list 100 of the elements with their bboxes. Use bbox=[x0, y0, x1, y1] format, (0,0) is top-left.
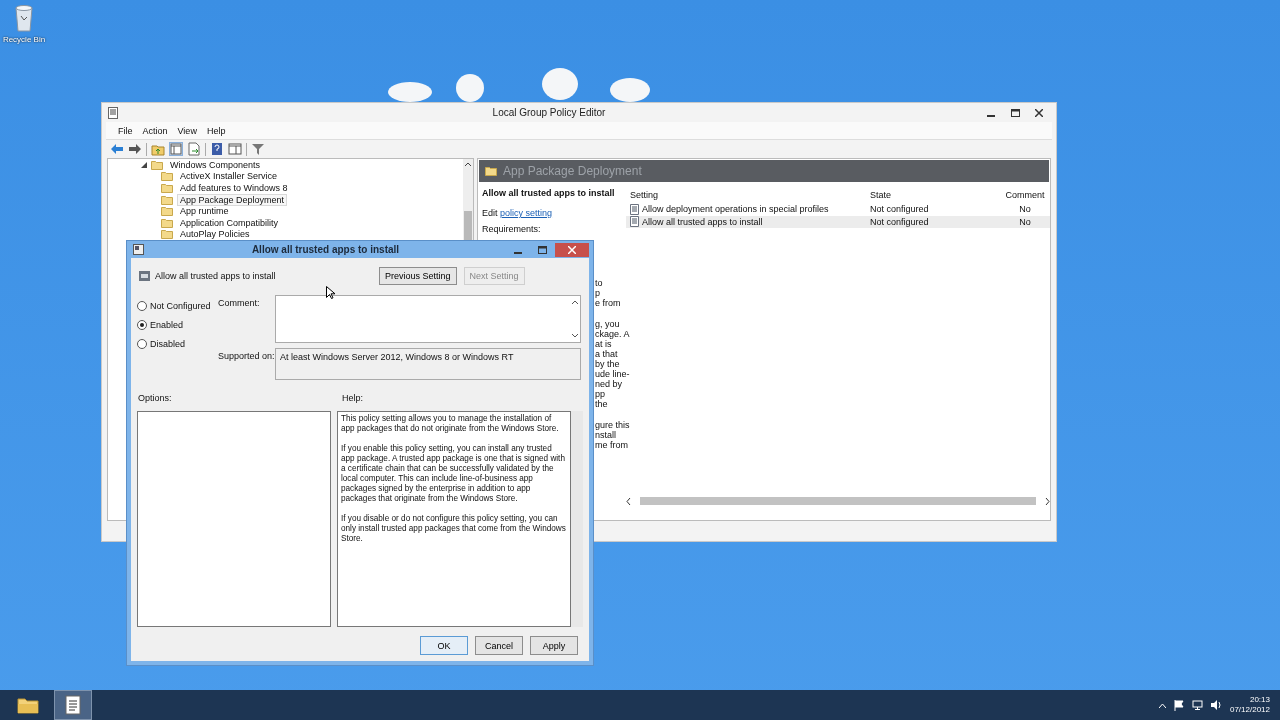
table-row[interactable]: Allow all trusted apps to install Not configured No bbox=[626, 215, 1050, 228]
folder-icon bbox=[161, 183, 173, 193]
flag-icon[interactable] bbox=[1173, 699, 1184, 711]
tree-item[interactable]: Application Compatibility bbox=[177, 216, 282, 229]
scroll-left-icon[interactable] bbox=[626, 497, 631, 505]
recycle-bin-icon[interactable] bbox=[13, 4, 35, 32]
document-icon bbox=[630, 216, 639, 228]
radio-button[interactable] bbox=[137, 300, 147, 311]
clock[interactable]: 20:13 07/12/2012 bbox=[1229, 695, 1270, 715]
speaker-icon[interactable] bbox=[1210, 700, 1222, 710]
dialog-button[interactable]: OK bbox=[420, 636, 468, 655]
policy-setting-link[interactable]: policy setting bbox=[500, 208, 553, 218]
requirements-label: Requirements: bbox=[482, 224, 542, 234]
description-text: at is bbox=[595, 339, 612, 349]
window-title: Local Group Policy Editor bbox=[491, 107, 607, 118]
clock-time: 20:13 bbox=[1249, 695, 1270, 705]
close-icon bbox=[1035, 108, 1043, 117]
tree-item[interactable]: ActiveX Installer Service bbox=[177, 170, 281, 183]
supported-on-field: At least Windows Server 2012, Windows 8 or Windows RT bbox=[275, 348, 581, 380]
folder-up-icon[interactable] bbox=[151, 142, 165, 156]
dialog-title: Allow all trusted apps to install bbox=[250, 244, 401, 255]
radio-button[interactable] bbox=[137, 338, 147, 349]
document-icon bbox=[65, 695, 81, 715]
column-header[interactable]: State bbox=[858, 190, 1000, 200]
description-text: to bbox=[595, 278, 603, 288]
comment-label: Comment: bbox=[218, 297, 261, 310]
radio-label[interactable]: Not Configured bbox=[150, 300, 211, 311]
menu-item[interactable]: Action bbox=[137, 123, 173, 138]
dialog-button[interactable]: Cancel bbox=[475, 636, 523, 655]
description-text: ude line- bbox=[595, 369, 630, 379]
export-icon[interactable] bbox=[187, 142, 201, 156]
taskbar-app-button[interactable] bbox=[54, 690, 92, 720]
menu-item[interactable]: Help bbox=[201, 123, 231, 138]
description-text: e from bbox=[595, 298, 621, 308]
maximize-icon bbox=[537, 245, 547, 254]
edit-policy-text: Edit policy setting bbox=[482, 208, 554, 218]
scrollbar[interactable] bbox=[571, 411, 583, 627]
description-text: by the bbox=[595, 359, 620, 369]
comment-cell-text: No bbox=[1018, 216, 1032, 227]
policy-name: Allow all trusted apps to install bbox=[155, 271, 276, 281]
scroll-up-icon[interactable] bbox=[465, 162, 471, 166]
tree-item[interactable]: Windows Components bbox=[167, 158, 264, 171]
expanded-arrow-icon[interactable] bbox=[141, 161, 147, 168]
folder-icon bbox=[161, 206, 173, 217]
previous-setting-button[interactable]: Previous Setting bbox=[379, 267, 457, 285]
document-icon bbox=[630, 203, 639, 215]
description-text: nstall bbox=[595, 430, 616, 440]
properties-pane-icon[interactable] bbox=[228, 142, 242, 156]
maximize-icon bbox=[1010, 108, 1020, 117]
scrollbar-thumb[interactable] bbox=[640, 497, 1036, 505]
description-text: ned by bbox=[595, 379, 623, 389]
description-text: p bbox=[595, 288, 600, 298]
tree-item[interactable]: App Package Deployment bbox=[177, 193, 288, 206]
close-icon bbox=[568, 245, 576, 254]
tree-item[interactable]: App runtime bbox=[177, 205, 232, 218]
column-header[interactable]: Comment bbox=[1000, 190, 1050, 200]
tree-item[interactable]: AutoPlay Policies bbox=[177, 228, 253, 241]
description-text: a that bbox=[595, 349, 618, 359]
description-text: g, you bbox=[595, 319, 620, 329]
header-title: App Package Deployment bbox=[503, 164, 642, 178]
scroll-down-icon[interactable] bbox=[572, 334, 578, 338]
help-icon[interactable] bbox=[210, 142, 224, 156]
minimize-icon bbox=[987, 114, 995, 117]
help-label: Help: bbox=[342, 393, 363, 405]
radio-label[interactable]: Enabled bbox=[150, 319, 184, 330]
chevron-up-icon[interactable] bbox=[1158, 702, 1166, 708]
tree-pane-icon[interactable] bbox=[169, 142, 183, 156]
help-paragraph: This policy setting allows you to manage the installation of app packages that do not originate from the Windows Store. bbox=[341, 414, 560, 434]
policy-icon bbox=[139, 271, 150, 281]
dialog-button[interactable]: Apply bbox=[530, 636, 578, 655]
setting-name: Allow deployment operations in special profiles bbox=[642, 204, 829, 215]
radio-label[interactable]: Disabled bbox=[150, 338, 186, 349]
help-paragraph: If you disable or do not configure this policy setting, you can only install trusted app packages that come from the Windows Store. bbox=[341, 514, 567, 544]
minimize-icon bbox=[514, 251, 522, 254]
filter-icon[interactable] bbox=[251, 142, 265, 156]
folder-icon bbox=[17, 696, 39, 714]
setting-name: Allow all trusted apps to install bbox=[642, 216, 763, 227]
state-cell-text: Not configured bbox=[869, 204, 930, 215]
supported-on-label: Supported on: bbox=[218, 350, 275, 363]
menu-item[interactable]: View bbox=[172, 123, 202, 138]
menu-item[interactable]: File bbox=[113, 123, 138, 138]
options-label: Options: bbox=[137, 393, 173, 405]
state-cell-text: Not configured bbox=[869, 216, 930, 227]
app-icon bbox=[108, 106, 118, 119]
description-text: me from bbox=[595, 440, 628, 450]
table-row[interactable]: Allow deployment operations in special profiles Not configured No bbox=[626, 203, 1050, 216]
comment-field[interactable] bbox=[275, 295, 581, 343]
mouse-cursor-icon bbox=[326, 286, 335, 299]
column-header[interactable]: Setting bbox=[630, 190, 858, 200]
back-arrow-icon[interactable] bbox=[110, 142, 124, 156]
scroll-up-icon[interactable] bbox=[572, 300, 578, 304]
network-icon[interactable] bbox=[1191, 700, 1203, 710]
scroll-right-icon[interactable] bbox=[1045, 497, 1050, 505]
forward-arrow-icon[interactable] bbox=[128, 142, 142, 156]
tree-item[interactable]: Add features to Windows 8 bbox=[177, 182, 291, 194]
folder-icon bbox=[161, 217, 173, 228]
clock-date: 07/12/2012 bbox=[1229, 705, 1270, 715]
folder-icon bbox=[161, 194, 173, 205]
comment-cell-text: No bbox=[1018, 204, 1032, 215]
radio-button[interactable] bbox=[137, 319, 147, 330]
